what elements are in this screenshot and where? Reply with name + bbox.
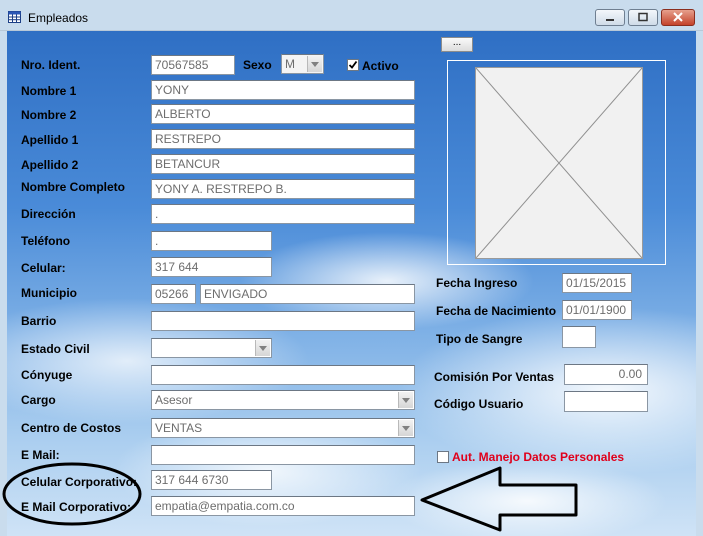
annotation-overlay [2, 462, 578, 532]
annotation-arrow [420, 466, 578, 532]
empleados-window: Empleados Nro. Ident. 70567585 Sexo M Ac… [0, 0, 703, 536]
annotation-ellipse [2, 462, 142, 526]
